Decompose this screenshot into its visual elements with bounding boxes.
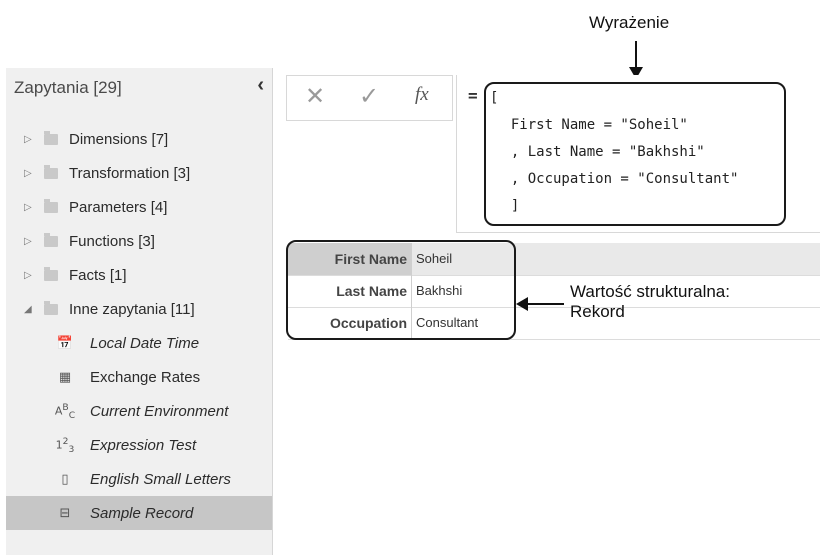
list-icon: ▯ (61, 471, 69, 487)
formula-equals-sign: = (468, 86, 478, 105)
query-group-dimensions[interactable]: ▷ Dimensions [7] (6, 122, 272, 156)
text-type-icon: ABC (54, 401, 76, 421)
expand-triangle-icon[interactable]: ▷ (24, 168, 36, 179)
query-item-current-environment[interactable]: ABC Current Environment (6, 394, 272, 428)
expand-triangle-icon[interactable]: ▷ (24, 134, 36, 145)
query-group-transformation[interactable]: ▷ Transformation [3] (6, 156, 272, 190)
folder-icon (44, 164, 58, 179)
query-item-exchange-rates[interactable]: ▦ Exchange Rates (6, 360, 272, 394)
query-group-label: Facts [1] (69, 266, 127, 284)
cancel-icon[interactable]: ✕ (305, 82, 325, 111)
query-item-label: Expression Test (90, 436, 197, 454)
expand-triangle-icon[interactable]: ▷ (24, 236, 36, 247)
table-icon: ▦ (58, 369, 72, 385)
folder-icon (44, 266, 58, 281)
code-line: ] (494, 198, 520, 214)
number-type-icon: 123 (55, 435, 75, 455)
query-group-label: Parameters [4] (69, 198, 168, 216)
formula-bar-buttons: ✕ ✓ fx (286, 75, 453, 121)
code-line: , Last Name = "Bakhshi" (494, 144, 705, 160)
query-group-label: Transformation [3] (69, 164, 191, 182)
query-item-label: Exchange Rates (90, 368, 201, 386)
structured-value-label-line2: Rekord (570, 302, 625, 321)
code-line: , Occupation = "Consultant" (494, 171, 739, 187)
code-line: [ (490, 90, 499, 106)
query-item-label: English Small Letters (90, 470, 231, 488)
query-item-label: Sample Record (90, 504, 194, 522)
structured-value-label-line1: Wartość strukturalna: (570, 282, 730, 301)
folder-icon (44, 130, 58, 145)
query-item-label: Current Environment (90, 402, 229, 420)
commit-check-icon[interactable]: ✓ (359, 82, 379, 111)
query-group-label: Functions [3] (69, 232, 155, 250)
record-highlight-box (286, 240, 516, 340)
query-group-parameters[interactable]: ▷ Parameters [4] (6, 190, 272, 224)
queries-pane-title: Zapytania [29] (14, 78, 122, 97)
folder-icon (44, 300, 58, 315)
query-group-label: Dimensions [7] (69, 130, 169, 148)
query-item-expression-test[interactable]: 123 Expression Test (6, 428, 272, 462)
query-group-other-queries[interactable]: ◢ Inne zapytania [11] (6, 292, 272, 326)
code-line: First Name = "Soheil" (494, 117, 688, 133)
structured-value-annotation: Wartość strukturalna: Rekord (570, 282, 730, 322)
collapse-pane-chevron-icon[interactable]: ‹ (257, 74, 264, 97)
folder-icon (44, 232, 58, 247)
record-icon: ⊟ (59, 505, 71, 521)
query-item-sample-record[interactable]: ⊟ Sample Record (6, 496, 272, 530)
datetime-icon: 📅 (56, 335, 74, 351)
collapse-triangle-icon[interactable]: ◢ (24, 304, 36, 315)
expression-annotation: Wyrażenie (589, 13, 670, 32)
query-item-label: Local Date Time (90, 334, 200, 352)
fx-insert-function-icon[interactable]: fx (415, 84, 429, 106)
folder-icon (44, 198, 58, 213)
query-group-facts[interactable]: ▷ Facts [1] (6, 258, 272, 292)
query-group-functions[interactable]: ▷ Functions [3] (6, 224, 272, 258)
expand-triangle-icon[interactable]: ▷ (24, 270, 36, 281)
expand-triangle-icon[interactable]: ▷ (24, 202, 36, 213)
query-item-english-small-letters[interactable]: ▯ English Small Letters (6, 462, 272, 496)
query-group-label: Inne zapytania [11] (69, 300, 195, 318)
record-arrow-line (526, 303, 564, 305)
query-item-local-date-time[interactable]: 📅 Local Date Time (6, 326, 272, 360)
queries-pane: Zapytania [29] ‹ ▷ Dimensions [7] ▷ Tran… (6, 68, 273, 555)
